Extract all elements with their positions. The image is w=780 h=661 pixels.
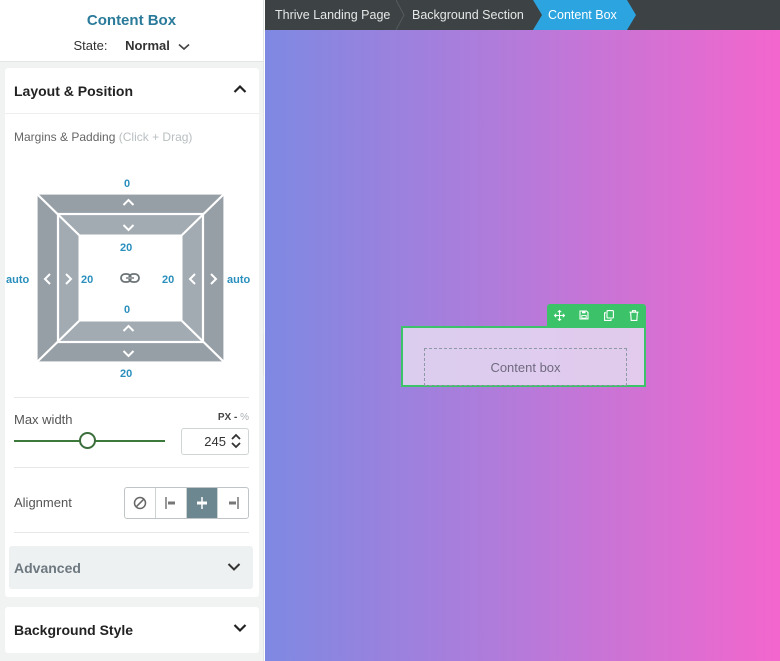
padding-left-value[interactable]: 20 [81, 274, 93, 286]
chevron-down-icon [177, 43, 190, 50]
selected-content-box[interactable]: Content box [401, 326, 646, 387]
max-width-label: Max width [14, 412, 73, 427]
background-style-header[interactable]: Background Style [5, 607, 259, 653]
margin-bottom-value[interactable]: 20 [120, 368, 132, 380]
box-model-widget: 0 20 auto 20 20 auto 0 20 [5, 168, 259, 398]
margins-padding-label: Margins & Padding (Click + Drag) [14, 130, 192, 144]
breadcrumb-item-landing-page[interactable]: Thrive Landing Page [275, 0, 390, 30]
state-row: State: Normal [0, 38, 263, 53]
box-model-diagram[interactable] [5, 168, 259, 398]
advanced-label: Advanced [14, 560, 81, 576]
content-box-text: Content box [490, 359, 561, 375]
editor-canvas[interactable]: Thrive Landing Page Background Section C… [265, 0, 780, 661]
advanced-toggle[interactable]: Advanced [9, 546, 253, 589]
background-style-card: Background Style [5, 607, 259, 653]
align-right-icon [229, 497, 239, 509]
margin-left-value[interactable]: auto [6, 274, 29, 286]
divider [14, 532, 249, 533]
duplicate-button[interactable] [597, 304, 622, 326]
unit-switch[interactable]: PX - % [218, 412, 249, 423]
align-center-icon [197, 497, 207, 509]
max-width-slider-thumb[interactable] [79, 432, 97, 449]
unit-percent[interactable]: % [240, 412, 249, 423]
margins-label-text: Margins & Padding [14, 130, 116, 144]
layout-position-header[interactable]: Layout & Position [5, 68, 259, 114]
delete-icon [629, 309, 639, 321]
margin-right-value[interactable]: auto [227, 274, 250, 286]
panel-header: Content Box State: Normal [0, 0, 263, 62]
state-value: Normal [125, 38, 170, 53]
save-template-button[interactable] [572, 304, 597, 326]
padding-bottom-value[interactable]: 0 [124, 304, 130, 316]
delete-button[interactable] [621, 304, 646, 326]
align-none-button[interactable] [125, 488, 156, 518]
unit-px[interactable]: PX [218, 412, 231, 423]
background-style-title: Background Style [14, 622, 134, 638]
align-center-button[interactable] [187, 488, 218, 518]
padding-top-value[interactable]: 20 [120, 242, 132, 254]
sidebar-panel: Content Box State: Normal Layout & Posit… [0, 0, 264, 661]
unit-separator: - [233, 412, 238, 423]
move-button[interactable] [547, 304, 572, 326]
layout-position-card: Layout & Position Margins & Padding (Cli… [5, 68, 259, 597]
margins-hint: (Click + Drag) [118, 130, 193, 144]
stepper-arrows-icon[interactable] [230, 433, 242, 449]
content-box-placeholder[interactable]: Content box [424, 348, 627, 386]
alignment-button-group [124, 487, 249, 519]
move-icon [553, 309, 565, 321]
alignment-label: Alignment [14, 495, 72, 510]
align-left-button[interactable] [156, 488, 187, 518]
divider [14, 467, 249, 468]
state-dropdown[interactable]: Normal [125, 38, 190, 53]
breadcrumb-separator-icon [396, 0, 405, 30]
breadcrumb-item-content-box[interactable]: Content Box [548, 0, 617, 30]
chevron-down-icon [227, 563, 241, 571]
chevron-up-icon [233, 84, 247, 93]
padding-right-value[interactable]: 20 [162, 274, 174, 286]
margin-top-value[interactable]: 0 [124, 178, 130, 190]
no-align-icon [133, 496, 147, 510]
panel-title: Content Box [86, 12, 177, 29]
divider [14, 397, 249, 398]
save-icon [579, 310, 589, 320]
element-toolbar [547, 304, 646, 326]
align-right-button[interactable] [218, 488, 248, 518]
duplicate-icon [603, 309, 614, 321]
layout-position-title: Layout & Position [14, 83, 133, 99]
breadcrumb: Thrive Landing Page Background Section C… [265, 0, 780, 30]
state-label: State: [73, 38, 108, 53]
breadcrumb-item-background-section[interactable]: Background Section [412, 0, 524, 30]
chevron-down-icon [233, 624, 247, 633]
align-left-icon [165, 497, 175, 509]
